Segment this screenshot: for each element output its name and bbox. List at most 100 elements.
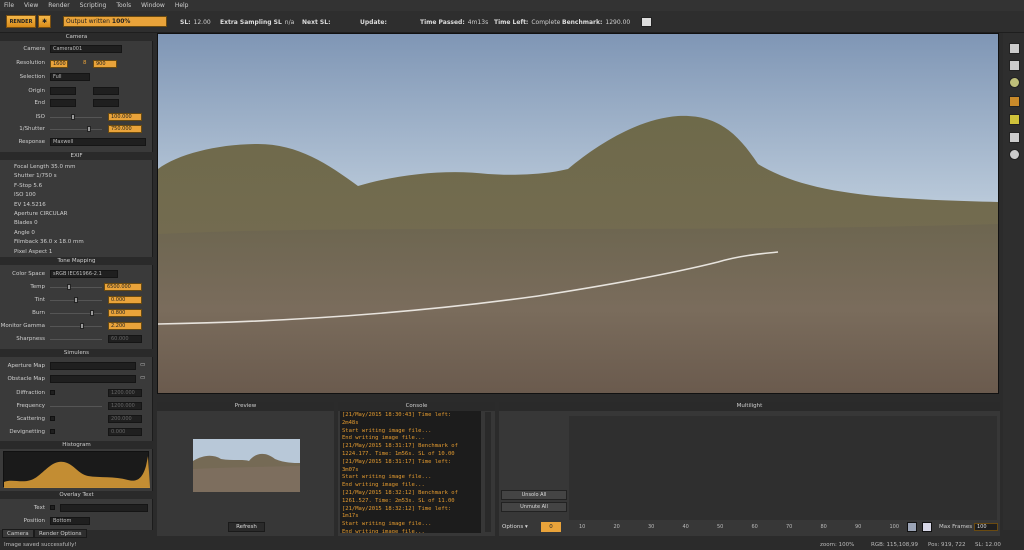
unsolo-all-button[interactable]: Unsolo All xyxy=(501,490,567,500)
sl-stat: SL: 12.00 xyxy=(180,19,211,26)
iso-slider-knob[interactable] xyxy=(71,114,75,120)
origin-y-field[interactable] xyxy=(93,87,119,95)
folder-icon[interactable]: ▭ xyxy=(140,375,145,381)
skip-back-icon[interactable] xyxy=(907,522,917,532)
response-select[interactable]: Maxwell xyxy=(50,138,146,146)
resolution-height-field[interactable]: 900 xyxy=(93,60,117,68)
tab-render-options[interactable]: Render Options xyxy=(34,529,87,538)
devignetting-field[interactable]: 0.000 xyxy=(108,428,142,436)
options-dropdown[interactable]: Options ▾ xyxy=(502,522,538,532)
sharpness-field[interactable]: 60.000 xyxy=(108,335,142,343)
iso-slider[interactable] xyxy=(50,117,102,118)
histogram-curve xyxy=(4,456,150,488)
left-panel: Camera Camera Camera001 Resolution 1600 … xyxy=(0,33,153,530)
exif-item: Blades 0 xyxy=(14,220,38,227)
tab-camera[interactable]: Camera xyxy=(2,529,34,538)
diffraction-checkbox[interactable] xyxy=(50,390,55,395)
selection-select[interactable]: Full xyxy=(50,73,90,81)
layers-icon[interactable] xyxy=(1009,96,1020,107)
response-label: Response xyxy=(18,139,45,145)
multilight-list xyxy=(569,416,997,520)
devignetting-label: Devignetting xyxy=(9,429,45,435)
menu-item-help[interactable]: Help xyxy=(175,2,189,9)
timeline-tick-label: 50 xyxy=(717,524,724,530)
end-x-field[interactable] xyxy=(50,99,76,107)
gamma-slider-knob[interactable] xyxy=(80,323,84,329)
scattering-label: Scattering xyxy=(16,416,45,422)
temp-label: Temp xyxy=(30,284,45,290)
histogram xyxy=(3,451,150,488)
shutter-field[interactable]: 750.000 xyxy=(108,125,142,133)
flag-icon[interactable] xyxy=(1009,43,1020,54)
scattering-field[interactable]: 200.000 xyxy=(108,415,142,423)
max-frames-field[interactable]: 100 xyxy=(974,523,998,531)
lock-ratio-icon[interactable]: 8 xyxy=(83,60,87,66)
diffraction-field[interactable]: 1200.000 xyxy=(108,389,142,397)
obstacle-map-field[interactable] xyxy=(50,375,136,383)
render-viewport[interactable] xyxy=(157,33,999,394)
menu-item-tools[interactable]: Tools xyxy=(116,2,131,9)
frame-field[interactable]: 0 xyxy=(541,522,561,532)
time-left-stat: Time Left: Complete xyxy=(494,19,560,26)
obstacle-map-label: Obstacle Map xyxy=(7,376,45,382)
selection-select-value: Full xyxy=(53,74,62,80)
menu-item-scripting[interactable]: Scripting xyxy=(80,2,107,9)
flag-icon[interactable] xyxy=(1009,60,1020,71)
options-label: Options xyxy=(502,524,524,530)
sharpness-label: Sharpness xyxy=(16,336,45,342)
menu-item-file[interactable]: File xyxy=(4,2,14,9)
overlay-text-field[interactable] xyxy=(60,504,148,512)
aperture-map-field[interactable] xyxy=(50,362,136,370)
shutter-slider-knob[interactable] xyxy=(87,126,91,132)
gamma-slider[interactable] xyxy=(50,326,102,327)
temp-slider[interactable] xyxy=(50,287,102,288)
grid-icon[interactable] xyxy=(1009,114,1020,125)
end-y-field[interactable] xyxy=(93,99,119,107)
shutter-slider[interactable] xyxy=(50,129,102,130)
globe-icon[interactable] xyxy=(1009,149,1020,160)
unmute-all-button[interactable]: Unmute All xyxy=(501,502,567,512)
progress-label: Output written xyxy=(66,18,112,25)
flag-icon[interactable] xyxy=(641,17,652,27)
frequency-slider[interactable] xyxy=(50,406,102,407)
status-rgb: RGB: 115,108,99 xyxy=(871,542,918,548)
iso-field[interactable]: 100.000 xyxy=(108,113,142,121)
folder-icon[interactable]: ▭ xyxy=(140,362,145,368)
temp-field[interactable]: 6500.000 xyxy=(104,283,142,291)
gamma-field[interactable]: 2.200 xyxy=(108,322,142,330)
status-message: Image saved successfully! xyxy=(4,542,77,548)
overlay-position-select[interactable]: Bottom xyxy=(50,517,90,525)
menu-item-render[interactable]: Render xyxy=(48,2,69,9)
scattering-checkbox[interactable] xyxy=(50,416,55,421)
histogram-section-header: Histogram xyxy=(0,441,153,449)
burn-slider[interactable] xyxy=(50,313,102,314)
burn-field[interactable]: 0.800 xyxy=(108,309,142,317)
menu-item-view[interactable]: View xyxy=(24,2,38,9)
sharpness-slider[interactable] xyxy=(50,339,102,340)
tint-field[interactable]: 0.000 xyxy=(108,296,142,304)
resolution-width-field[interactable]: 1600 xyxy=(50,60,68,68)
timeline-tick-label: 60 xyxy=(751,524,758,530)
console-scrollbar[interactable] xyxy=(485,412,491,532)
camera-select[interactable]: Camera001 xyxy=(50,45,122,53)
origin-x-field[interactable] xyxy=(50,87,76,95)
overlay-text-checkbox[interactable] xyxy=(50,505,55,510)
timeline-tick-label: 30 xyxy=(648,524,655,530)
globe-icon[interactable] xyxy=(1009,77,1020,88)
tint-slider-knob[interactable] xyxy=(74,297,78,303)
menu-item-window[interactable]: Window xyxy=(141,2,165,9)
flag-icon[interactable] xyxy=(1009,132,1020,143)
play-icon[interactable] xyxy=(922,522,932,532)
burn-slider-knob[interactable] xyxy=(90,310,94,316)
temp-slider-knob[interactable] xyxy=(67,284,71,290)
color-space-select[interactable]: sRGB IEC61966-2.1 xyxy=(50,270,118,278)
overlay-position-value: Bottom xyxy=(53,518,72,524)
devignetting-checkbox[interactable] xyxy=(50,429,55,434)
update-stat: Update: xyxy=(360,19,390,26)
refresh-button[interactable]: Refresh xyxy=(228,522,265,532)
render-options-icon[interactable]: ✱ xyxy=(38,15,51,28)
sl-value: 12.00 xyxy=(193,19,211,26)
render-button[interactable]: RENDER xyxy=(6,15,36,28)
frequency-field[interactable]: 1200.000 xyxy=(108,402,142,410)
time-passed-label: Time Passed: xyxy=(420,19,465,26)
